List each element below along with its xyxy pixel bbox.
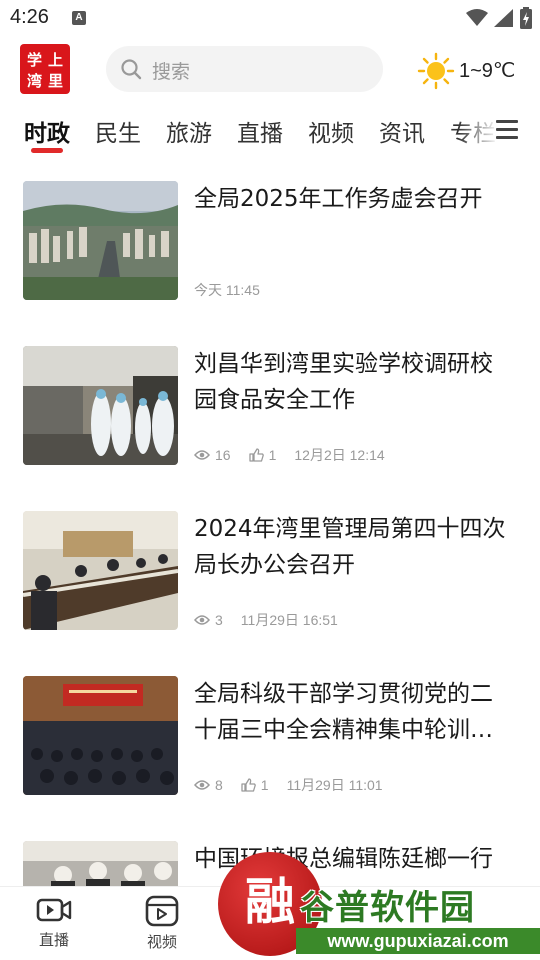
search-icon — [121, 59, 142, 80]
news-meta: 8 1 11月29日 11:01 — [194, 775, 383, 795]
app-logo[interactable]: 学 上 湾 里 — [20, 44, 70, 94]
news-time: 11月29日 11:01 — [286, 777, 383, 793]
thumbs-up-icon — [248, 448, 264, 462]
category-tabs: 时政 民生 旅游 直播 视频 资讯 专栏 — [0, 108, 540, 158]
watermark-title: 谷普软件园 — [300, 888, 475, 928]
search-placeholder: 搜索 — [152, 61, 191, 83]
news-thumbnail — [23, 346, 178, 465]
status-bar: 4:26 A — [0, 0, 540, 36]
eye-icon — [194, 450, 210, 460]
video-play-icon — [145, 895, 179, 927]
eye-icon — [194, 615, 210, 625]
nav-item-live[interactable]: 直播 — [24, 895, 84, 950]
view-count-value: 3 — [215, 612, 223, 628]
logo-char: 里 — [48, 72, 64, 90]
thumbs-up-icon — [241, 778, 256, 792]
weather-temperature: 1~9℃ — [459, 60, 516, 82]
news-title: 2024年湾里管理局第四十四次局长办公会召开 — [194, 516, 506, 578]
like-count-value: 1 — [260, 777, 269, 793]
tabs-fade — [458, 108, 498, 158]
tab-lvyou[interactable]: 旅游 — [166, 114, 212, 148]
logo-char: 湾 — [27, 72, 43, 90]
news-thumbnail — [23, 841, 178, 886]
news-meta: 今天 11:45 — [194, 280, 260, 300]
tab-shipin[interactable]: 视频 — [308, 114, 354, 148]
news-item[interactable]: 全局2025年工作务虚会召开 今天 11:45 — [0, 181, 540, 301]
news-thumbnail — [23, 676, 178, 795]
tab-shizheng[interactable]: 时政 — [24, 114, 70, 148]
signal-icon — [494, 9, 513, 27]
news-item[interactable]: 全局科级干部学习贯彻党的二十届三中全会精神集中轮训… 8 1 11月29日 11… — [0, 676, 540, 796]
news-time: 11月29日 16:51 — [240, 612, 338, 628]
tab-minsheng[interactable]: 民生 — [95, 114, 141, 148]
view-count: 3 — [194, 612, 223, 628]
news-thumbnail — [23, 181, 178, 300]
app-header: 学 上 湾 里 搜索 1~9℃ — [0, 42, 540, 96]
news-item[interactable]: 刘昌华到湾里实验学校调研校园食品安全工作 16 1 12月2日 12:14 — [0, 346, 540, 466]
wifi-icon — [466, 9, 488, 26]
status-icons — [466, 6, 532, 30]
news-title: 刘昌华到湾里实验学校调研校园食品安全工作 — [194, 351, 493, 413]
search-input[interactable]: 搜索 — [106, 46, 383, 92]
view-count: 16 — [194, 447, 231, 463]
like-count-value: 1 — [268, 447, 277, 463]
watermark-url: www.gupuxiazai.com — [296, 928, 540, 954]
news-item[interactable]: 2024年湾里管理局第四十四次局长办公会召开 3 11月29日 16:51 — [0, 511, 540, 631]
view-count-value: 8 — [215, 777, 223, 793]
like-count: 1 — [241, 777, 269, 793]
news-meta: 16 1 12月2日 12:14 — [194, 445, 385, 465]
menu-icon[interactable] — [496, 120, 518, 140]
logo-char: 上 — [48, 51, 64, 69]
nav-label: 视频 — [146, 933, 177, 951]
battery-icon — [520, 7, 532, 29]
news-meta: 3 11月29日 16:51 — [194, 610, 338, 630]
eye-icon — [194, 780, 210, 790]
tab-zhibo[interactable]: 直播 — [237, 114, 283, 148]
view-count: 8 — [194, 777, 223, 793]
like-count: 1 — [248, 447, 277, 463]
nav-label: 直播 — [38, 931, 69, 949]
view-count-value: 16 — [215, 447, 231, 463]
logo-char: 学 — [27, 51, 43, 69]
sun-icon — [417, 52, 455, 90]
notification-a-icon: A — [72, 11, 86, 25]
tab-zixun[interactable]: 资讯 — [379, 114, 425, 148]
live-camera-icon — [36, 898, 72, 922]
news-title: 全局科级干部学习贯彻党的二十届三中全会精神集中轮训… — [194, 681, 493, 743]
active-tab-indicator — [31, 148, 63, 153]
news-thumbnail — [23, 511, 178, 630]
nav-item-video[interactable]: 视频 — [132, 895, 192, 952]
news-title: 全局2025年工作务虚会召开 — [194, 186, 483, 212]
status-time: 4:26 — [10, 6, 49, 28]
news-time: 今天 11:45 — [194, 282, 260, 298]
weather-widget[interactable]: 1~9℃ — [417, 50, 537, 90]
news-time: 12月2日 12:14 — [294, 447, 385, 463]
